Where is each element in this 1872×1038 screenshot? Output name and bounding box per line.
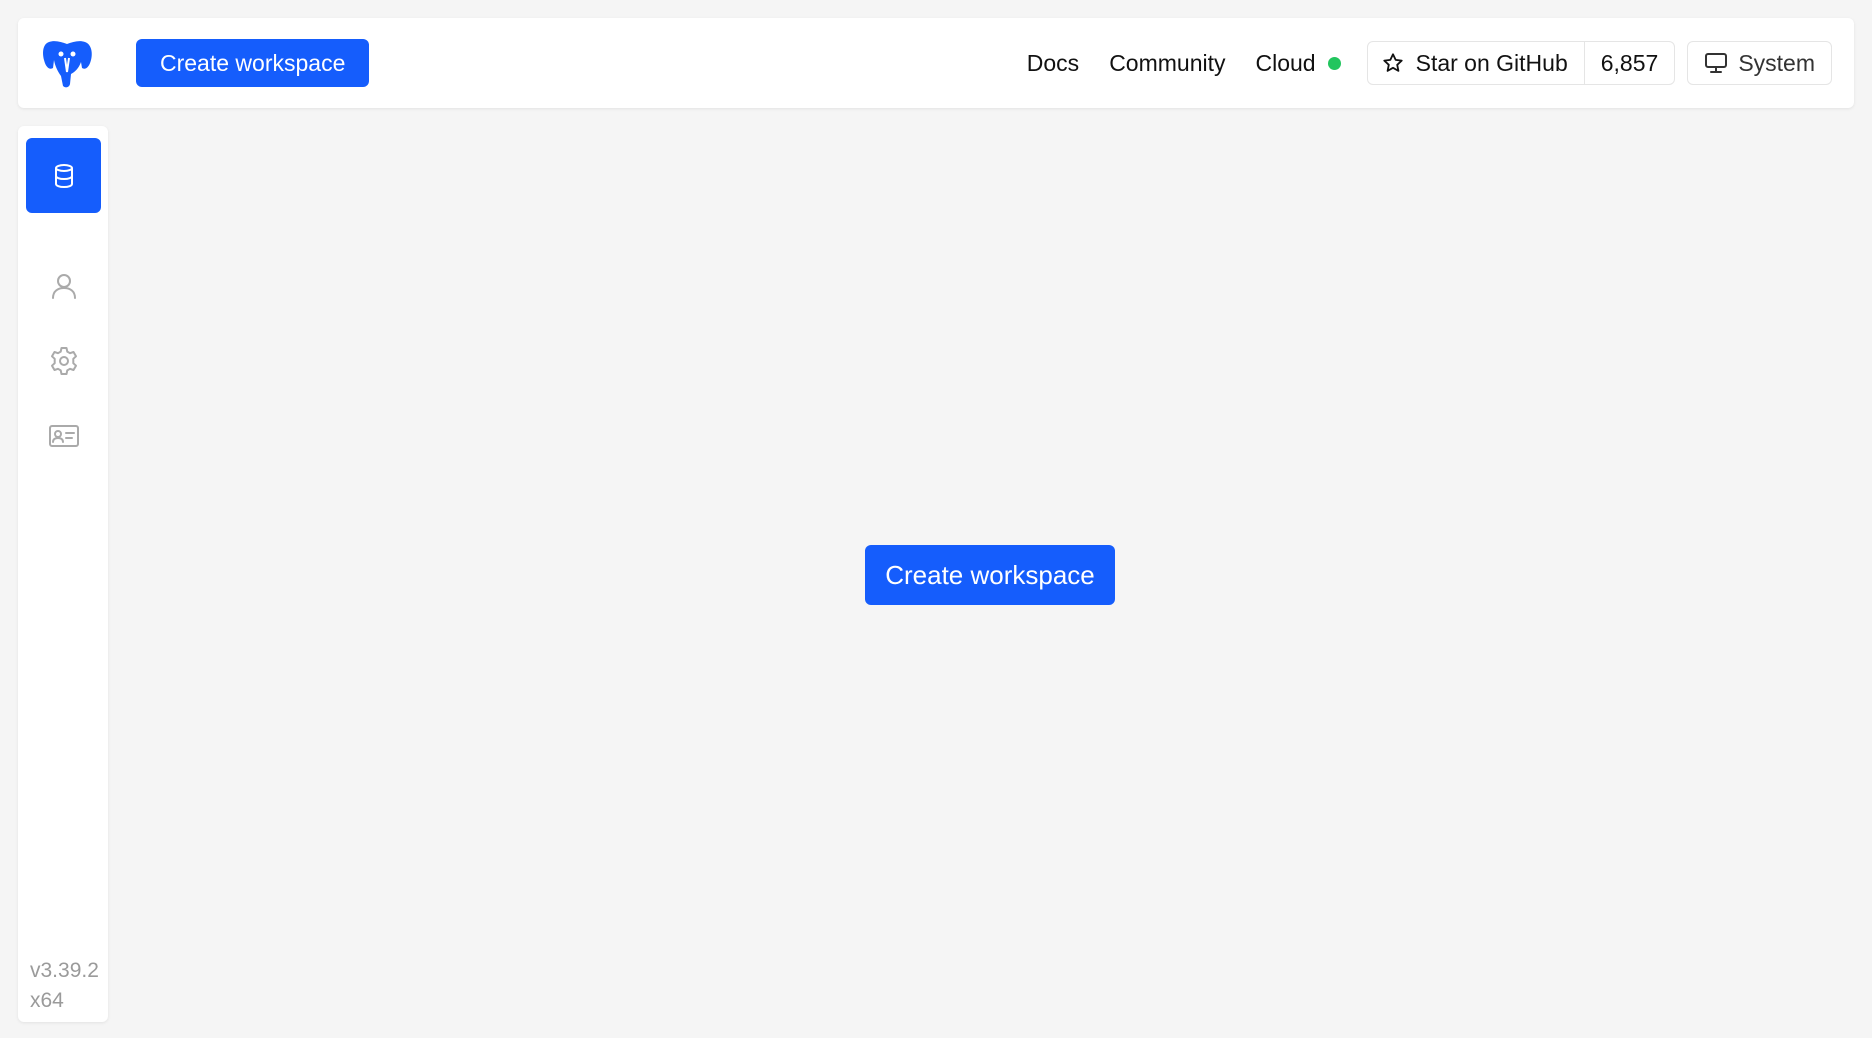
github-star-label: Star on GitHub xyxy=(1415,49,1568,76)
version-info: v3.39.2 x64 xyxy=(30,956,99,1016)
sidebar-item-databases[interactable] xyxy=(26,138,101,213)
create-workspace-button[interactable]: Create workspace xyxy=(136,39,370,87)
cloud-link[interactable]: Cloud xyxy=(1256,50,1341,77)
monitor-icon xyxy=(1705,53,1728,73)
github-star-count: 6,857 xyxy=(1583,42,1675,84)
theme-toggle-button[interactable]: System xyxy=(1687,41,1832,85)
user-icon xyxy=(51,273,76,299)
github-star-button[interactable]: Star on GitHub xyxy=(1368,42,1584,84)
community-link[interactable]: Community xyxy=(1109,50,1225,77)
sidebar-item-settings[interactable] xyxy=(26,323,101,398)
cloud-link-label: Cloud xyxy=(1255,49,1316,76)
cloud-status-dot xyxy=(1327,56,1341,70)
version-number: v3.39.2 xyxy=(30,959,99,982)
elephant-logo-icon[interactable] xyxy=(40,36,94,90)
star-icon xyxy=(1382,53,1403,72)
id-card-icon xyxy=(48,424,79,447)
main-create-workspace-button[interactable]: Create workspace xyxy=(865,545,1115,605)
theme-toggle-label: System xyxy=(1738,49,1815,76)
sidebar: v3.39.2 x64 xyxy=(18,126,108,1022)
header-bar: Create workspace Docs Community Cloud St… xyxy=(18,18,1854,108)
docs-link[interactable]: Docs xyxy=(1027,50,1079,77)
sidebar-item-users[interactable] xyxy=(26,248,101,323)
github-star-group: Star on GitHub 6,857 xyxy=(1366,41,1676,85)
app-window: Create workspace Docs Community Cloud St… xyxy=(0,0,1872,1038)
sidebar-item-profile[interactable] xyxy=(26,398,101,473)
database-icon xyxy=(54,163,73,188)
version-arch: x64 xyxy=(30,989,64,1012)
gear-icon xyxy=(50,346,77,375)
